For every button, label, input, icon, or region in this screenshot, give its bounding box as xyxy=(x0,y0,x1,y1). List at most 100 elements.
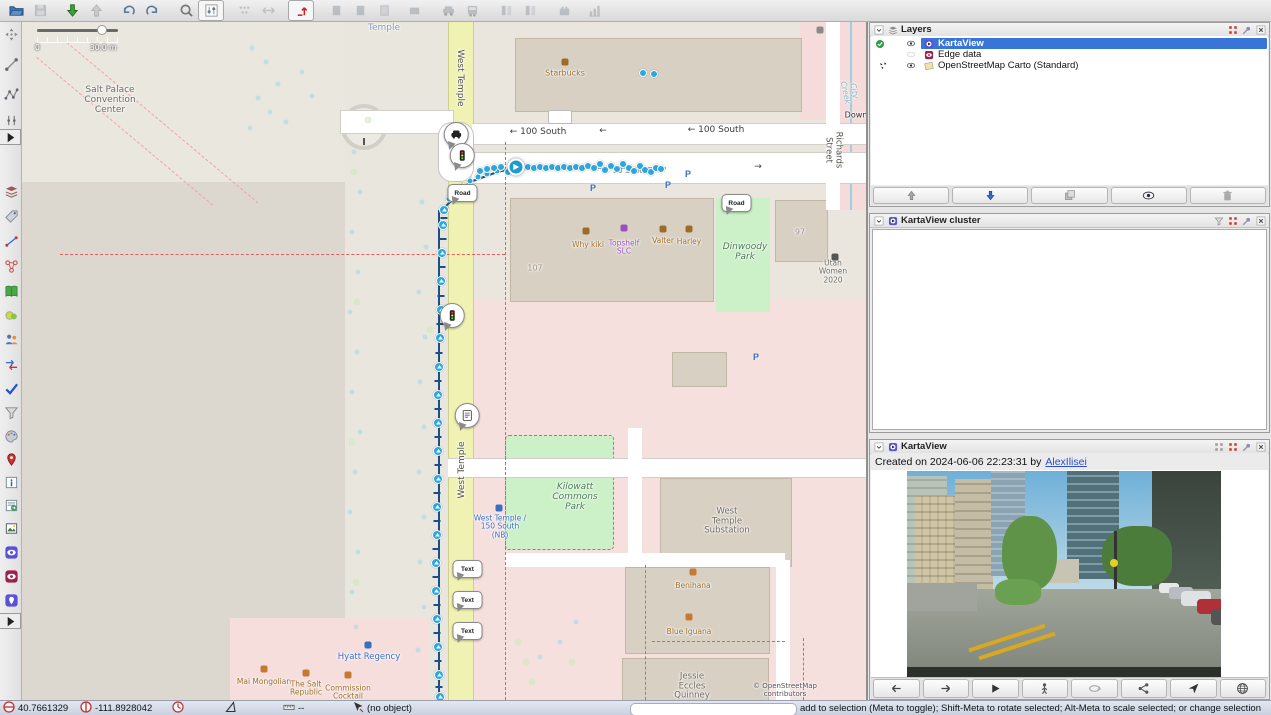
undo-button[interactable] xyxy=(116,1,140,20)
close-icon[interactable] xyxy=(1255,24,1266,35)
panel-tool-3[interactable] xyxy=(372,1,396,20)
map-marker-text[interactable]: Text xyxy=(453,560,483,578)
photo-node[interactable] xyxy=(432,614,442,624)
move-layer-down-button[interactable] xyxy=(952,187,1028,204)
photo-node[interactable] xyxy=(437,248,447,258)
photo-node[interactable] xyxy=(433,390,443,400)
photo-viewer[interactable] xyxy=(871,470,1268,678)
spread-nodes-button[interactable] xyxy=(256,1,280,20)
kartaview-dialog-toggle[interactable] xyxy=(2,543,20,561)
map-canvas[interactable]: 0 30.0 m Salt Palace Convention CenterWe… xyxy=(22,22,866,700)
panel-tool-2[interactable] xyxy=(348,1,372,20)
imagery-dialog-toggle[interactable] xyxy=(2,519,20,537)
close-icon[interactable] xyxy=(1255,215,1266,226)
delete-layer-button[interactable] xyxy=(1190,187,1266,204)
kartaview-cluster-dialog-toggle[interactable] xyxy=(2,591,20,609)
layer-row-edge-data[interactable]: Edge data xyxy=(871,49,1268,60)
previous-photo-button[interactable] xyxy=(873,679,920,698)
redo-button[interactable] xyxy=(140,1,164,20)
selected-photo-dot[interactable] xyxy=(508,159,525,176)
photo-node[interactable] xyxy=(433,642,443,652)
tool-group-expander-bottom[interactable] xyxy=(0,613,21,629)
map-paint-dialog-toggle[interactable] xyxy=(2,282,20,300)
car-view-tool[interactable] xyxy=(436,1,460,20)
stick-pin-icon[interactable] xyxy=(1241,441,1252,452)
map-marker-signal[interactable] xyxy=(450,143,475,168)
tool-group-expander-top[interactable] xyxy=(0,129,21,145)
status-field[interactable] xyxy=(630,703,797,715)
stick-pin-icon[interactable] xyxy=(1241,215,1252,226)
photo-node[interactable] xyxy=(431,558,441,568)
notes-dialog-toggle[interactable] xyxy=(2,450,20,468)
collapse-icon[interactable] xyxy=(873,24,884,35)
panel-tool-1[interactable] xyxy=(324,1,348,20)
photo-dot[interactable] xyxy=(657,165,665,173)
layer-visible-eye-icon[interactable] xyxy=(905,38,917,49)
open-button[interactable] xyxy=(4,1,28,20)
zoom-slider-knob[interactable] xyxy=(97,25,107,35)
detach-icon[interactable] xyxy=(1227,215,1238,226)
photo-author-link[interactable]: AlexIlisei xyxy=(1045,456,1086,468)
parallel-way-tool[interactable] xyxy=(2,111,20,129)
street-mode-button[interactable] xyxy=(1022,679,1069,698)
filter-icon[interactable] xyxy=(1213,215,1224,226)
photo-node[interactable] xyxy=(433,418,443,428)
authors-dialog-toggle[interactable] xyxy=(2,330,20,348)
selection-dialog-toggle[interactable] xyxy=(2,232,20,250)
split-view-tool-2[interactable] xyxy=(518,1,542,20)
select-tool[interactable] xyxy=(2,25,20,43)
draw-nodes-tool[interactable] xyxy=(2,55,20,73)
photo-node[interactable] xyxy=(436,276,446,286)
upload-data-button[interactable] xyxy=(84,1,108,20)
search-button[interactable] xyxy=(174,1,198,20)
tags-dialog-toggle[interactable] xyxy=(2,207,20,225)
toggle-layer-visibility-button[interactable] xyxy=(1111,187,1187,204)
panel-tool-4[interactable] xyxy=(402,1,426,20)
map-marker-text[interactable]: Text xyxy=(453,591,483,609)
open-in-web-button[interactable] xyxy=(1220,679,1267,698)
photo-node[interactable] xyxy=(434,362,444,372)
photo-node[interactable] xyxy=(431,586,441,596)
improve-way-tool[interactable] xyxy=(2,85,20,103)
changeset-dialog-toggle[interactable] xyxy=(2,496,20,514)
download-data-button[interactable] xyxy=(60,1,84,20)
photo-node[interactable] xyxy=(433,446,443,456)
save-button[interactable] xyxy=(28,1,52,20)
layer-visible-eye-icon[interactable] xyxy=(905,60,917,71)
move-node-button[interactable] xyxy=(288,0,314,21)
photo-node[interactable] xyxy=(432,530,442,540)
layer-row-osm-carto[interactable]: OpenStreetMap Carto (Standard) xyxy=(871,60,1268,71)
photo-node[interactable] xyxy=(433,474,443,484)
photo-dot[interactable] xyxy=(639,69,647,77)
photo-dot[interactable] xyxy=(650,70,658,78)
center-map-button[interactable] xyxy=(1170,679,1217,698)
play-sequence-button[interactable] xyxy=(972,679,1019,698)
map-marker-text[interactable]: Text xyxy=(453,622,483,640)
unglue-nodes-button[interactable] xyxy=(232,1,256,20)
edge-data-dialog-toggle[interactable] xyxy=(2,567,20,585)
next-photo-button[interactable] xyxy=(923,679,970,698)
preferences-button[interactable] xyxy=(198,0,224,21)
relations-dialog-toggle[interactable] xyxy=(2,257,20,275)
chart-tool[interactable] xyxy=(582,1,606,20)
detach-icon[interactable] xyxy=(1227,441,1238,452)
grid-icon[interactable] xyxy=(1213,441,1224,452)
map-marker-bus[interactable] xyxy=(455,403,480,428)
share-photo-button[interactable] xyxy=(1121,679,1168,698)
photo-node[interactable] xyxy=(434,670,444,680)
gpx-dialog-toggle[interactable] xyxy=(2,306,20,324)
filter-dialog-toggle[interactable] xyxy=(2,403,20,421)
conflicts-dialog-toggle[interactable] xyxy=(2,355,20,373)
map-styles-dialog-toggle[interactable] xyxy=(2,427,20,445)
switch-360-button[interactable] xyxy=(1071,679,1118,698)
photo-node[interactable] xyxy=(435,692,445,700)
map-marker-road[interactable]: Road xyxy=(448,184,478,202)
map-marker-road[interactable]: Road xyxy=(722,194,752,212)
split-view-tool-1[interactable] xyxy=(494,1,518,20)
collapse-icon[interactable] xyxy=(873,215,884,226)
street-photo[interactable] xyxy=(907,471,1221,677)
close-icon[interactable] xyxy=(1255,441,1266,452)
layer-hidden-eye-icon[interactable] xyxy=(905,49,917,60)
photo-node[interactable] xyxy=(432,502,442,512)
move-layer-up-button[interactable] xyxy=(873,187,949,204)
